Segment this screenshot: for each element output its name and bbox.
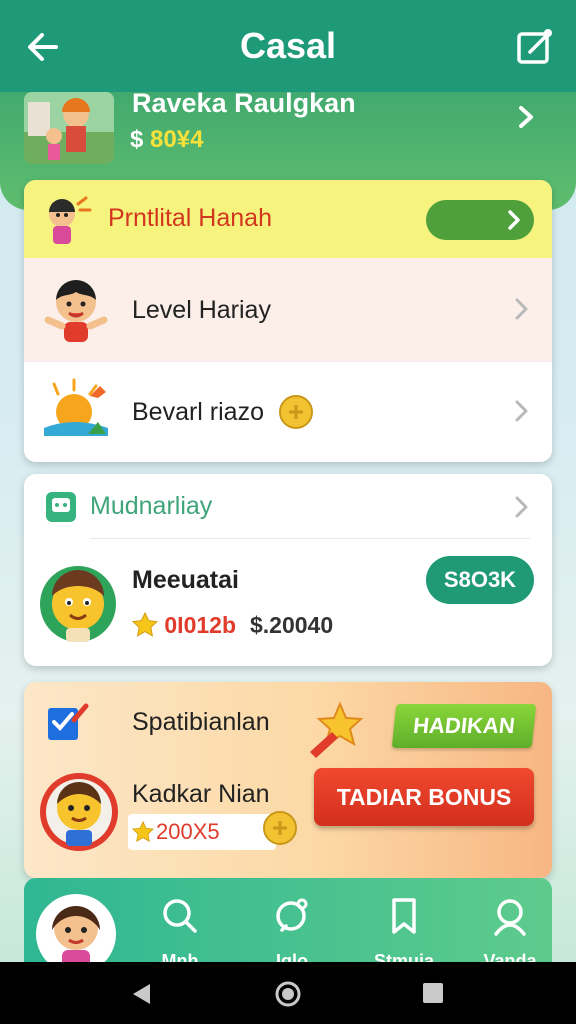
rocket-star-icon — [310, 701, 364, 758]
system-nav-bar — [0, 962, 576, 1024]
search-plus-icon — [276, 898, 308, 932]
bookmark-icon — [392, 898, 416, 934]
boy-character-icon — [44, 280, 108, 342]
app-bar: Casal — [0, 0, 576, 92]
profile-icon — [494, 899, 526, 936]
user-name: Meeuatai — [132, 566, 239, 594]
recents-icon[interactable] — [422, 982, 444, 1004]
user-avatar — [40, 566, 116, 642]
section-action-button[interactable]: S8O3K — [426, 556, 534, 604]
profile-name: Raveka Raulgkan — [132, 88, 356, 118]
promo-card: Spatibianlan HADIKAN Kadkar Nian 200X5 T… — [24, 682, 552, 878]
promo-score: 200X5 — [128, 814, 276, 850]
reward-label: Bevarl riazo — [132, 398, 264, 426]
chevron-right-icon[interactable] — [514, 102, 538, 132]
chat-bot-icon — [46, 492, 76, 522]
amount-value: $.20040 — [250, 612, 334, 638]
list-item-reward[interactable]: Bevarl riazo — [24, 362, 552, 462]
nav-item-2[interactable]: Iqlo — [252, 896, 332, 972]
nav-item-3[interactable]: Stmuia — [364, 896, 444, 972]
list-header-label: Prntlital Hanah — [108, 204, 272, 232]
edit-icon[interactable] — [514, 26, 556, 68]
back-icon[interactable] — [130, 982, 152, 1006]
divider — [90, 538, 530, 539]
bonus-button[interactable]: TADIAR BONUS — [314, 768, 534, 826]
kid-character-icon — [49, 196, 92, 244]
points-value: 0I012b — [164, 612, 236, 638]
promo-title: Spatibianlan — [132, 708, 270, 736]
chevron-right-icon — [515, 400, 528, 422]
promo-avatar — [40, 773, 118, 851]
chevron-right-icon — [508, 210, 520, 230]
profile-avatar — [24, 92, 114, 164]
star-icon — [132, 821, 154, 842]
bottom-nav: Mnh Iqlo Stmuia Vanda — [24, 878, 552, 974]
nav-item-4[interactable]: Vanda — [470, 896, 550, 972]
star-icon — [131, 611, 159, 637]
chevron-right-icon — [515, 298, 528, 320]
page-title: Casal — [239, 25, 337, 66]
home-icon[interactable] — [274, 980, 302, 1008]
section-header-label: Mudnarliay — [90, 492, 213, 520]
user-stats: 0I012b $.20040 — [131, 611, 334, 639]
nav-item-1[interactable]: Mnh — [140, 896, 220, 972]
level-label: Level Hariay — [132, 296, 271, 324]
header-action-pill[interactable] — [426, 200, 534, 240]
promo-name: Kadkar Nian — [132, 780, 270, 808]
search-icon — [163, 899, 197, 933]
coin-icon — [263, 811, 297, 845]
sunrise-icon — [44, 378, 108, 436]
section-card: Mudnarliay Meeuatai 0I012b $.20040 S8O3K — [24, 474, 552, 666]
profile-balance: $ 80¥4 — [130, 126, 204, 153]
list-header-row[interactable]: Prntlital Hanah — [24, 180, 552, 258]
promo-score-value: 200X5 — [156, 819, 220, 844]
menu-card: Prntlital Hanah Level Hariay Bevarl riaz… — [24, 180, 552, 462]
chevron-right-icon[interactable] — [512, 494, 530, 520]
promo-badge: HADIKAN — [391, 704, 537, 748]
coin-icon — [279, 395, 313, 429]
arrow-left-icon[interactable] — [22, 26, 64, 68]
list-item-level[interactable]: Level Hariay — [24, 258, 552, 362]
checklist-icon — [48, 703, 89, 740]
